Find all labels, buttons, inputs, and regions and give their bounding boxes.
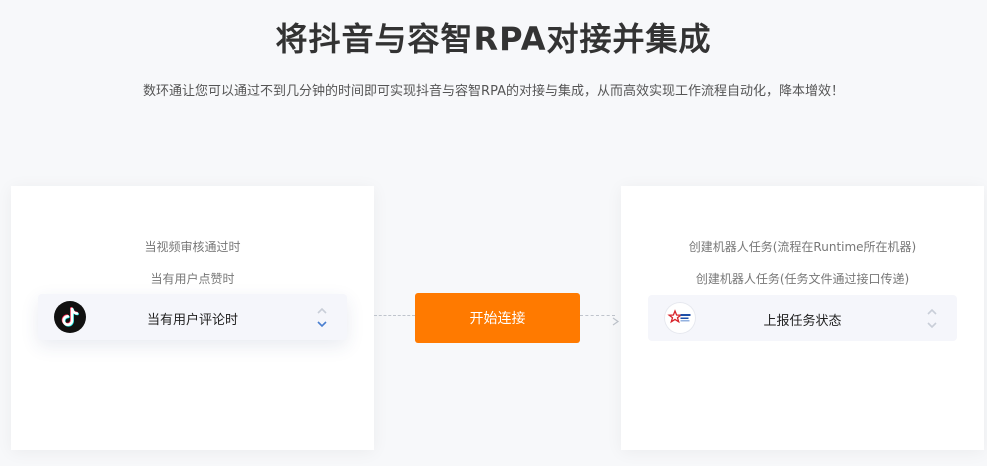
trigger-stepper[interactable] <box>315 302 329 332</box>
action-option[interactable]: 创建机器人任务(任务文件通过接口传递) <box>621 270 984 287</box>
trigger-selector[interactable]: 当有用户评论时 <box>38 294 347 340</box>
start-connect-button[interactable]: 开始连接 <box>415 293 580 343</box>
trigger-option[interactable]: 当有用户点赞时 <box>11 270 374 287</box>
chevron-up-icon <box>927 308 937 315</box>
arrow-right-icon <box>612 311 620 330</box>
trigger-panel: 当视频审核通过时 当有用户点赞时 当有用户评论时 <box>11 186 374 450</box>
page-subtitle: 数环通让您可以通过不到几分钟的时间即可实现抖音与容智RPA的对接与集成，从而高效… <box>143 84 844 99</box>
action-panel: 创建机器人任务(流程在Runtime所在机器) 创建机器人任务(任务文件通过接口… <box>621 186 984 450</box>
action-stepper[interactable] <box>925 303 939 333</box>
chevron-up-icon <box>317 307 327 314</box>
chevron-down-icon <box>927 322 937 329</box>
connector-line <box>580 315 615 316</box>
action-selected-label: 上报任务状态 <box>763 314 842 329</box>
action-selector[interactable]: 上报任务状态 <box>648 295 957 341</box>
connector-line <box>374 315 415 316</box>
trigger-option[interactable]: 当视频审核通过时 <box>11 238 374 255</box>
page-title: 将抖音与容智RPA对接并集成 <box>275 20 712 58</box>
chevron-down-icon <box>317 321 327 328</box>
action-option[interactable]: 创建机器人任务(流程在Runtime所在机器) <box>621 238 984 255</box>
trigger-selected-label: 当有用户评论时 <box>146 313 238 328</box>
